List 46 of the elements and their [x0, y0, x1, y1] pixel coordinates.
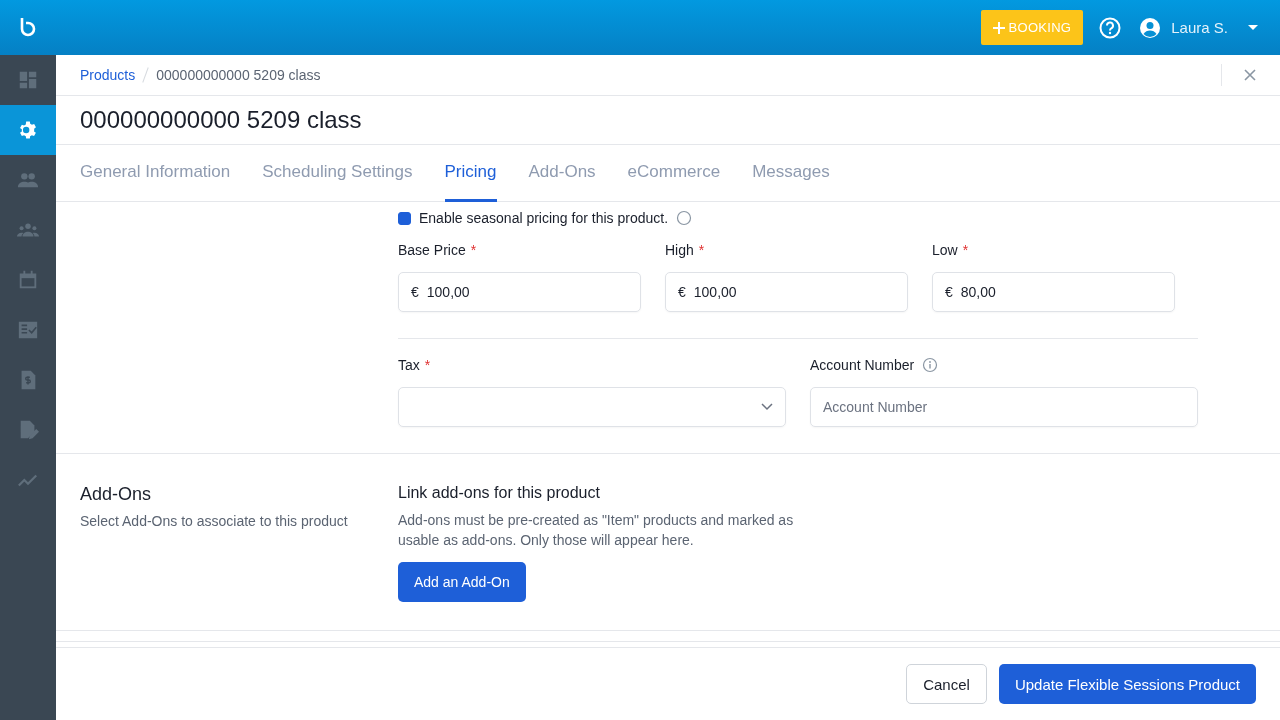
chevron-down-icon — [761, 403, 773, 411]
checkbox-label: Enable seasonal pricing for this product. — [419, 210, 669, 226]
close-icon[interactable] — [1244, 69, 1256, 81]
checklist-icon — [17, 319, 39, 341]
dashboard-icon — [17, 69, 39, 91]
field-label: Low — [932, 242, 958, 258]
section-title: Add-Ons — [80, 484, 153, 505]
add-addon-button[interactable]: Add an Add-On — [398, 562, 526, 602]
calendar-icon — [17, 269, 39, 291]
tax-select[interactable] — [398, 387, 786, 427]
price-field[interactable]: € 100,00 — [398, 272, 641, 312]
field-label: Tax — [398, 357, 420, 373]
info-icon[interactable] — [676, 210, 693, 226]
field-label: Account Number — [810, 357, 915, 373]
checkbox[interactable] — [398, 211, 411, 225]
caret-icon — [1248, 25, 1258, 30]
update-button[interactable]: Update Flexible Sessions Product — [998, 664, 1256, 704]
settings-icon — [17, 119, 39, 141]
required-mark: * — [470, 242, 477, 258]
tab[interactable]: eCommerce — [627, 145, 721, 202]
addons-help-text: Add-ons must be pre-created as "Item" products and marked as usable as add-ons. Only those will appear here. — [398, 511, 795, 550]
required-mark: * — [424, 357, 431, 373]
sidebar-item[interactable] — [0, 105, 56, 155]
price-field[interactable]: € 100,00 — [665, 272, 908, 312]
breadcrumb-link[interactable]: Products — [80, 67, 136, 83]
section-description: Select Add-Ons to associate to this product — [80, 513, 349, 529]
tab[interactable]: Pricing — [444, 145, 497, 202]
plus-icon — [992, 21, 1005, 34]
cancel-button[interactable]: Cancel — [906, 664, 987, 704]
required-mark: * — [698, 242, 705, 258]
info-icon[interactable] — [922, 357, 939, 373]
user-avatar-icon — [1139, 16, 1162, 39]
account-number-field[interactable]: Account Number — [810, 387, 1198, 427]
addons-heading: Link add-ons for this product — [398, 484, 601, 502]
logo-icon[interactable] — [19, 16, 37, 39]
required-mark: * — [962, 242, 969, 258]
field-label: High — [665, 242, 694, 258]
tab[interactable]: Add-Ons — [528, 145, 596, 202]
tab[interactable]: Scheduling Settings — [262, 145, 413, 202]
tab[interactable]: Messages — [752, 145, 830, 202]
help-icon[interactable] — [1099, 16, 1122, 39]
page-title: 000000000000 5209 class — [80, 106, 362, 134]
breadcrumb-current: 000000000000 5209 class — [156, 67, 321, 83]
user-menu[interactable]: Laura S. — [1139, 16, 1258, 39]
price-field[interactable]: € 80,00 — [932, 272, 1175, 312]
field-label: Base Price — [398, 242, 466, 258]
